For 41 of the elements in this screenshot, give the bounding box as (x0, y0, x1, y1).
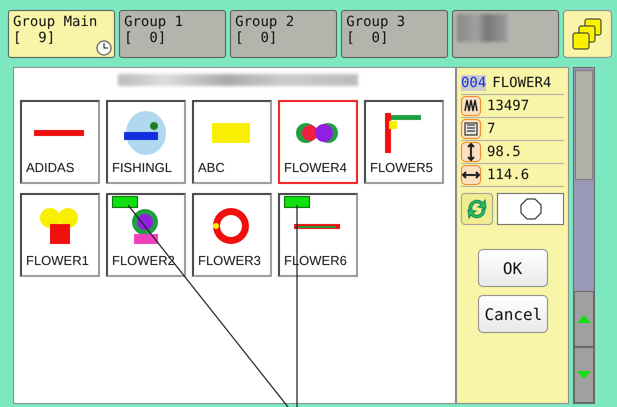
design-name: FLOWER3 (198, 253, 261, 268)
design-thumbnail[interactable]: FLOWER3 (192, 193, 272, 277)
design-name: FLOWER4 (284, 160, 347, 175)
info-value: 114.6 (487, 167, 530, 183)
group-tab[interactable]: Group Main [ 9] (8, 10, 116, 58)
ok-button[interactable]: OK (478, 249, 548, 287)
rotate-button[interactable] (461, 193, 493, 225)
design-name: ADIDAS (26, 160, 74, 175)
stitches-icon (461, 96, 481, 116)
down-triangle-icon (577, 371, 591, 379)
octagon-icon (520, 198, 542, 220)
rotate-arrows-icon (465, 197, 489, 221)
design-number: 004 (461, 75, 486, 91)
colors-icon (461, 119, 481, 139)
design-thumbnail[interactable]: FISHINGL (106, 100, 186, 184)
scroll-down-button[interactable] (574, 347, 594, 403)
design-title: FLOWER4 (492, 75, 552, 91)
design-thumbnail[interactable]: ABC (192, 100, 272, 184)
group-tab[interactable]: Group 2 [ 0] (230, 10, 338, 58)
info-value: 98.5 (487, 144, 521, 160)
design-thumbnail[interactable]: FLOWER1 (20, 193, 100, 277)
group-tab[interactable]: Group 1 [ 0] (119, 10, 226, 58)
design-name: FLOWER5 (370, 160, 433, 175)
scroll-up-button[interactable] (574, 291, 594, 347)
design-thumbnail[interactable]: FLOWER5 (364, 100, 444, 184)
height-icon (461, 142, 481, 162)
design-thumbnail[interactable]: FLOWER4 (278, 100, 358, 184)
scroll-bar[interactable] (573, 67, 595, 404)
design-name: ABC (198, 160, 225, 175)
width-icon (461, 165, 481, 185)
group-tab[interactable]: Group 3 [ 0] (341, 10, 448, 58)
info-value: 13497 (487, 98, 530, 114)
group-tab[interactable] (452, 10, 560, 58)
cancel-button[interactable]: Cancel (478, 295, 548, 333)
design-name: FLOWER1 (26, 253, 89, 268)
up-triangle-icon (577, 315, 591, 323)
design-name: FISHINGL (112, 160, 172, 175)
info-value: 7 (487, 121, 496, 137)
frame-shape-field[interactable] (497, 193, 564, 225)
group-stack-button[interactable] (563, 10, 612, 58)
design-thumbnail[interactable]: ADIDAS (20, 100, 100, 184)
